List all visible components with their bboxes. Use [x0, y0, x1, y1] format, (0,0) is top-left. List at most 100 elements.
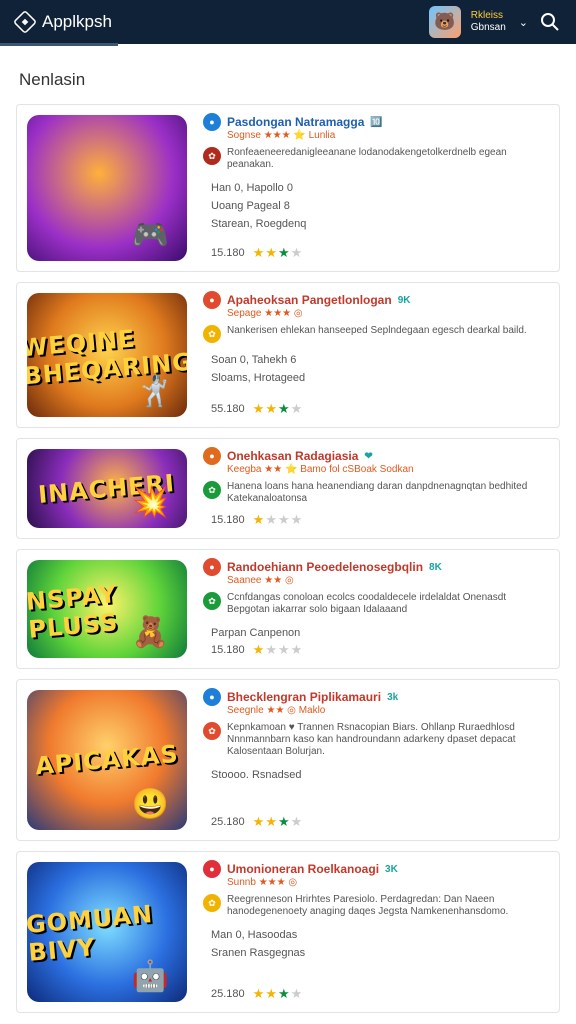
chevron-down-icon[interactable]: ⌄: [519, 16, 528, 29]
app-card[interactable]: APICAKAS 😃 ● Bhecklengran Piplikamauri 3…: [16, 679, 560, 841]
app-meta: Man 0, Hasoodas Sranen Rasgegnas: [211, 926, 549, 962]
app-thumbnail[interactable]: GOMUAN BIVY 🤖: [27, 862, 187, 1002]
star-icon: ★: [265, 245, 278, 260]
app-logo[interactable]: Applkpsh: [12, 9, 112, 35]
rating-row: 25.180 ★★★★: [211, 986, 303, 1002]
user-name-line1: Rkleiss: [470, 10, 503, 21]
rating-stars: ★★★★: [253, 642, 304, 658]
rating-stars: ★★★★: [253, 401, 304, 417]
app-badge: ❤: [364, 450, 373, 462]
star-icon: ★: [252, 814, 266, 829]
meta-line: Uoang Pageal 8: [211, 200, 290, 212]
app-meta: Soan 0, Tahekh 6 Sloams, Hrotageed: [211, 351, 549, 387]
app-name: Applkpsh: [42, 12, 112, 31]
app-info: ● Onehkasan Radagiasia ❤ Keegba ★★ ⭐ Bam…: [203, 447, 549, 528]
rating-row: 15.180 ★★★★: [211, 512, 303, 528]
meta-line: Soan 0, Tahekh 6: [211, 354, 297, 366]
app-subtitle: Keegba ★★ ⭐ Bamo fol cSBoak Sodkan: [227, 464, 414, 475]
thumbnail-character: 💥: [131, 486, 169, 519]
category-icon: ●: [203, 447, 221, 465]
app-description: Ccnfdangas conoloan ecolcs coodaldecele …: [227, 592, 507, 615]
star-icon: ★: [277, 986, 291, 1001]
rating-row: 15.180 ★★★★: [211, 245, 303, 261]
app-card[interactable]: WEQINE BHEQARING 🤺 ● Apaheoksan Pangetlo…: [16, 282, 560, 428]
rating-count: 15.180: [211, 247, 245, 259]
app-subtitle: Sognse ★★★ ⭐ Lunlia: [227, 130, 336, 141]
nav-underline: [0, 43, 118, 46]
star-icon: ★: [277, 642, 291, 657]
app-card[interactable]: 🎮 ● Pasdongan Natramagga 🔟 Sognse ★★★ ⭐ …: [16, 104, 560, 272]
rating-count: 15.180: [211, 644, 245, 656]
app-title[interactable]: Umonioneran Roelkanoagi: [227, 862, 379, 876]
main-content: Nenlasin 🎮 ● Pasdongan Natramagga 🔟 Sogn…: [0, 44, 576, 1024]
app-card[interactable]: NSPAY PLUSS 🧸 ● Randoehiann Peoedelenose…: [16, 549, 560, 669]
star-icon: ★: [277, 512, 291, 527]
top-bar: Applkpsh 🐻 Rkleiss Gbnsan ⌄: [0, 0, 576, 46]
category-icon: ●: [203, 558, 221, 576]
rating-count: 25.180: [211, 988, 245, 1000]
app-thumbnail[interactable]: WEQINE BHEQARING 🤺: [27, 293, 187, 417]
app-meta: Parpan Canpenon: [211, 624, 549, 642]
app-badge: 9K: [397, 294, 411, 306]
app-card[interactable]: INACHERI 💥 ● Onehkasan Radagiasia ❤ Keeg…: [16, 438, 560, 539]
star-icon: ★: [277, 401, 291, 416]
app-info: ● Randoehiann Peoedelenosegbqlin 8K Saan…: [203, 558, 549, 658]
app-title[interactable]: Pasdongan Natramagga: [227, 115, 364, 129]
developer-icon: ✿: [203, 722, 221, 740]
app-meta: Han 0, Hapollo 0 Uoang Pageal 8 Starean,…: [211, 179, 549, 233]
app-subtitle: Sepage ★★★ ◎: [227, 308, 303, 319]
star-icon: ★: [290, 245, 304, 260]
meta-line: Parpan Canpenon: [211, 627, 301, 639]
card-list: 🎮 ● Pasdongan Natramagga 🔟 Sognse ★★★ ⭐ …: [16, 104, 560, 1013]
rating-row: 25.180 ★★★★: [211, 814, 303, 830]
star-icon: ★: [252, 512, 266, 527]
app-subtitle: Sunnb ★★★ ◎: [227, 877, 298, 888]
category-icon: ●: [203, 113, 221, 131]
star-icon: ★: [265, 401, 278, 416]
logo-icon: [12, 9, 38, 35]
star-icon: ★: [265, 814, 278, 829]
developer-icon: ✿: [203, 481, 221, 499]
category-icon: ●: [203, 688, 221, 706]
app-title[interactable]: Bhecklengran Piplikamauri: [227, 690, 381, 704]
app-card[interactable]: GOMUAN BIVY 🤖 ● Umonioneran Roelkanoagi …: [16, 851, 560, 1013]
app-title[interactable]: Apaheoksan Pangetlonlogan: [227, 293, 392, 307]
developer-icon: ✿: [203, 325, 221, 343]
star-icon: ★: [252, 245, 266, 260]
thumbnail-character: 🤖: [131, 960, 169, 993]
star-icon: ★: [265, 512, 278, 527]
app-title[interactable]: Onehkasan Radagiasia: [227, 449, 358, 463]
rating-count: 15.180: [211, 514, 245, 526]
app-badge: 🔟: [370, 116, 383, 128]
rating-row: 15.180 ★★★★: [211, 642, 303, 658]
app-thumbnail[interactable]: NSPAY PLUSS 🧸: [27, 560, 187, 658]
thumbnail-character: 🧸: [131, 616, 169, 649]
app-description: Ronfeaeneeredanigleeanane lodanodakenget…: [227, 147, 507, 170]
star-icon: ★: [252, 401, 266, 416]
app-thumbnail[interactable]: 🎮: [27, 115, 187, 261]
search-icon: [541, 13, 559, 31]
star-icon: ★: [290, 814, 304, 829]
app-meta: Stoooo. Rsnadsed: [211, 766, 549, 784]
app-badge: 8K: [429, 561, 442, 573]
rating-row: 55.180 ★★★★: [211, 401, 303, 417]
app-thumbnail[interactable]: INACHERI 💥: [27, 449, 187, 528]
app-description: Reegrenneson Hrirhtes Paresiolo. Perdagr…: [227, 894, 509, 917]
app-thumbnail[interactable]: APICAKAS 😃: [27, 690, 187, 830]
meta-line: Han 0, Hapollo 0: [211, 182, 293, 194]
app-info: ● Apaheoksan Pangetlonlogan 9K Sepage ★★…: [203, 291, 549, 417]
app-title[interactable]: Randoehiann Peoedelenosegbqlin: [227, 560, 423, 574]
meta-line: Man 0, Hasoodas: [211, 929, 298, 941]
app-info: ● Bhecklengran Piplikamauri 3k Seegnle ★…: [203, 688, 549, 830]
search-button[interactable]: [538, 10, 562, 34]
meta-line: Stoooo. Rsnadsed: [211, 769, 302, 781]
app-badge: 3K: [385, 863, 398, 875]
user-menu[interactable]: Rkleiss Gbnsan: [471, 10, 506, 34]
thumbnail-character: 😃: [131, 788, 169, 821]
app-subtitle: Seegnle ★★ ◎ Maklo: [227, 705, 326, 716]
rating-stars: ★★★★: [253, 814, 304, 830]
thumbnail-character: 🎮: [131, 219, 169, 252]
meta-line: Starean, Roegdenq: [211, 218, 307, 230]
user-name-line2: Gbnsan: [470, 22, 506, 33]
avatar[interactable]: 🐻: [428, 6, 461, 38]
